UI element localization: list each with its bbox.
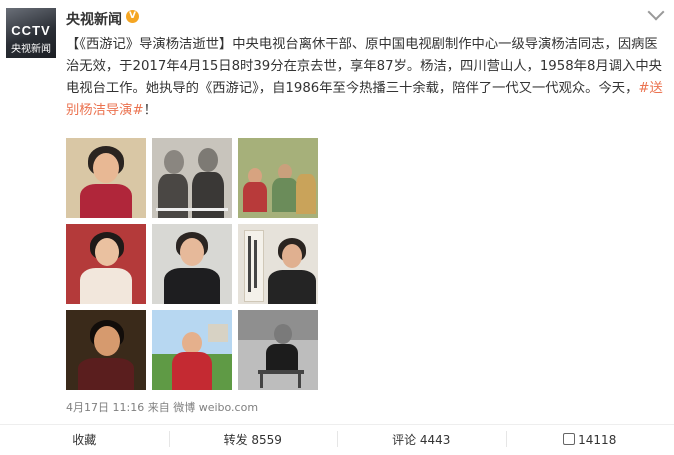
repost-button[interactable]: 转发 8559 (169, 425, 338, 448)
post-photo-1[interactable] (66, 138, 146, 218)
repost-label: 转发 8559 (224, 433, 282, 447)
post-meta: 4月17日 11:16 来自 微博 weibo.com (66, 399, 258, 415)
post-text-main: 【《西游记》导演杨洁逝世】中央电视台离休干部、原中国电视剧制作中心一级导演杨洁同… (66, 37, 662, 96)
favorite-button[interactable]: 收藏 (0, 425, 169, 448)
action-bar: 收藏 转发 8559 评论 4443 14118 (0, 425, 674, 448)
post-photo-8[interactable] (152, 310, 232, 390)
verified-icon: V (126, 10, 139, 23)
avatar-logo-text: CCTV (6, 23, 56, 38)
from-label: 来自 (148, 401, 170, 414)
post-source[interactable]: 微博 weibo.com (173, 401, 258, 414)
post-photo-9[interactable] (238, 310, 318, 390)
post-photo-3[interactable] (238, 138, 318, 218)
account-avatar[interactable]: CCTV 央视新闻 (6, 8, 56, 58)
post-photo-2[interactable] (152, 138, 232, 218)
avatar-caption: 央视新闻 (6, 40, 56, 55)
post-photo-5[interactable] (152, 224, 232, 304)
photo-grid (66, 138, 318, 390)
post-photo-6[interactable] (238, 224, 318, 304)
post-photo-4[interactable] (66, 224, 146, 304)
account-name[interactable]: 央视新闻 (66, 9, 122, 29)
post-photo-7[interactable] (66, 310, 146, 390)
post-time[interactable]: 4月17日 11:16 (66, 401, 144, 414)
like-count: 14118 (578, 433, 616, 447)
comment-button[interactable]: 评论 4443 (337, 425, 506, 448)
like-button[interactable]: 14118 (506, 425, 674, 448)
post-text-end: ！ (144, 103, 157, 118)
comment-label: 评论 4443 (392, 433, 450, 447)
favorite-label: 收藏 (72, 433, 96, 447)
post-text: 【《西游记》导演杨洁逝世】中央电视台离休干部、原中国电视剧制作中心一级导演杨洁同… (66, 34, 666, 122)
chevron-down-icon[interactable] (648, 4, 665, 21)
thumbs-up-icon (563, 433, 575, 445)
